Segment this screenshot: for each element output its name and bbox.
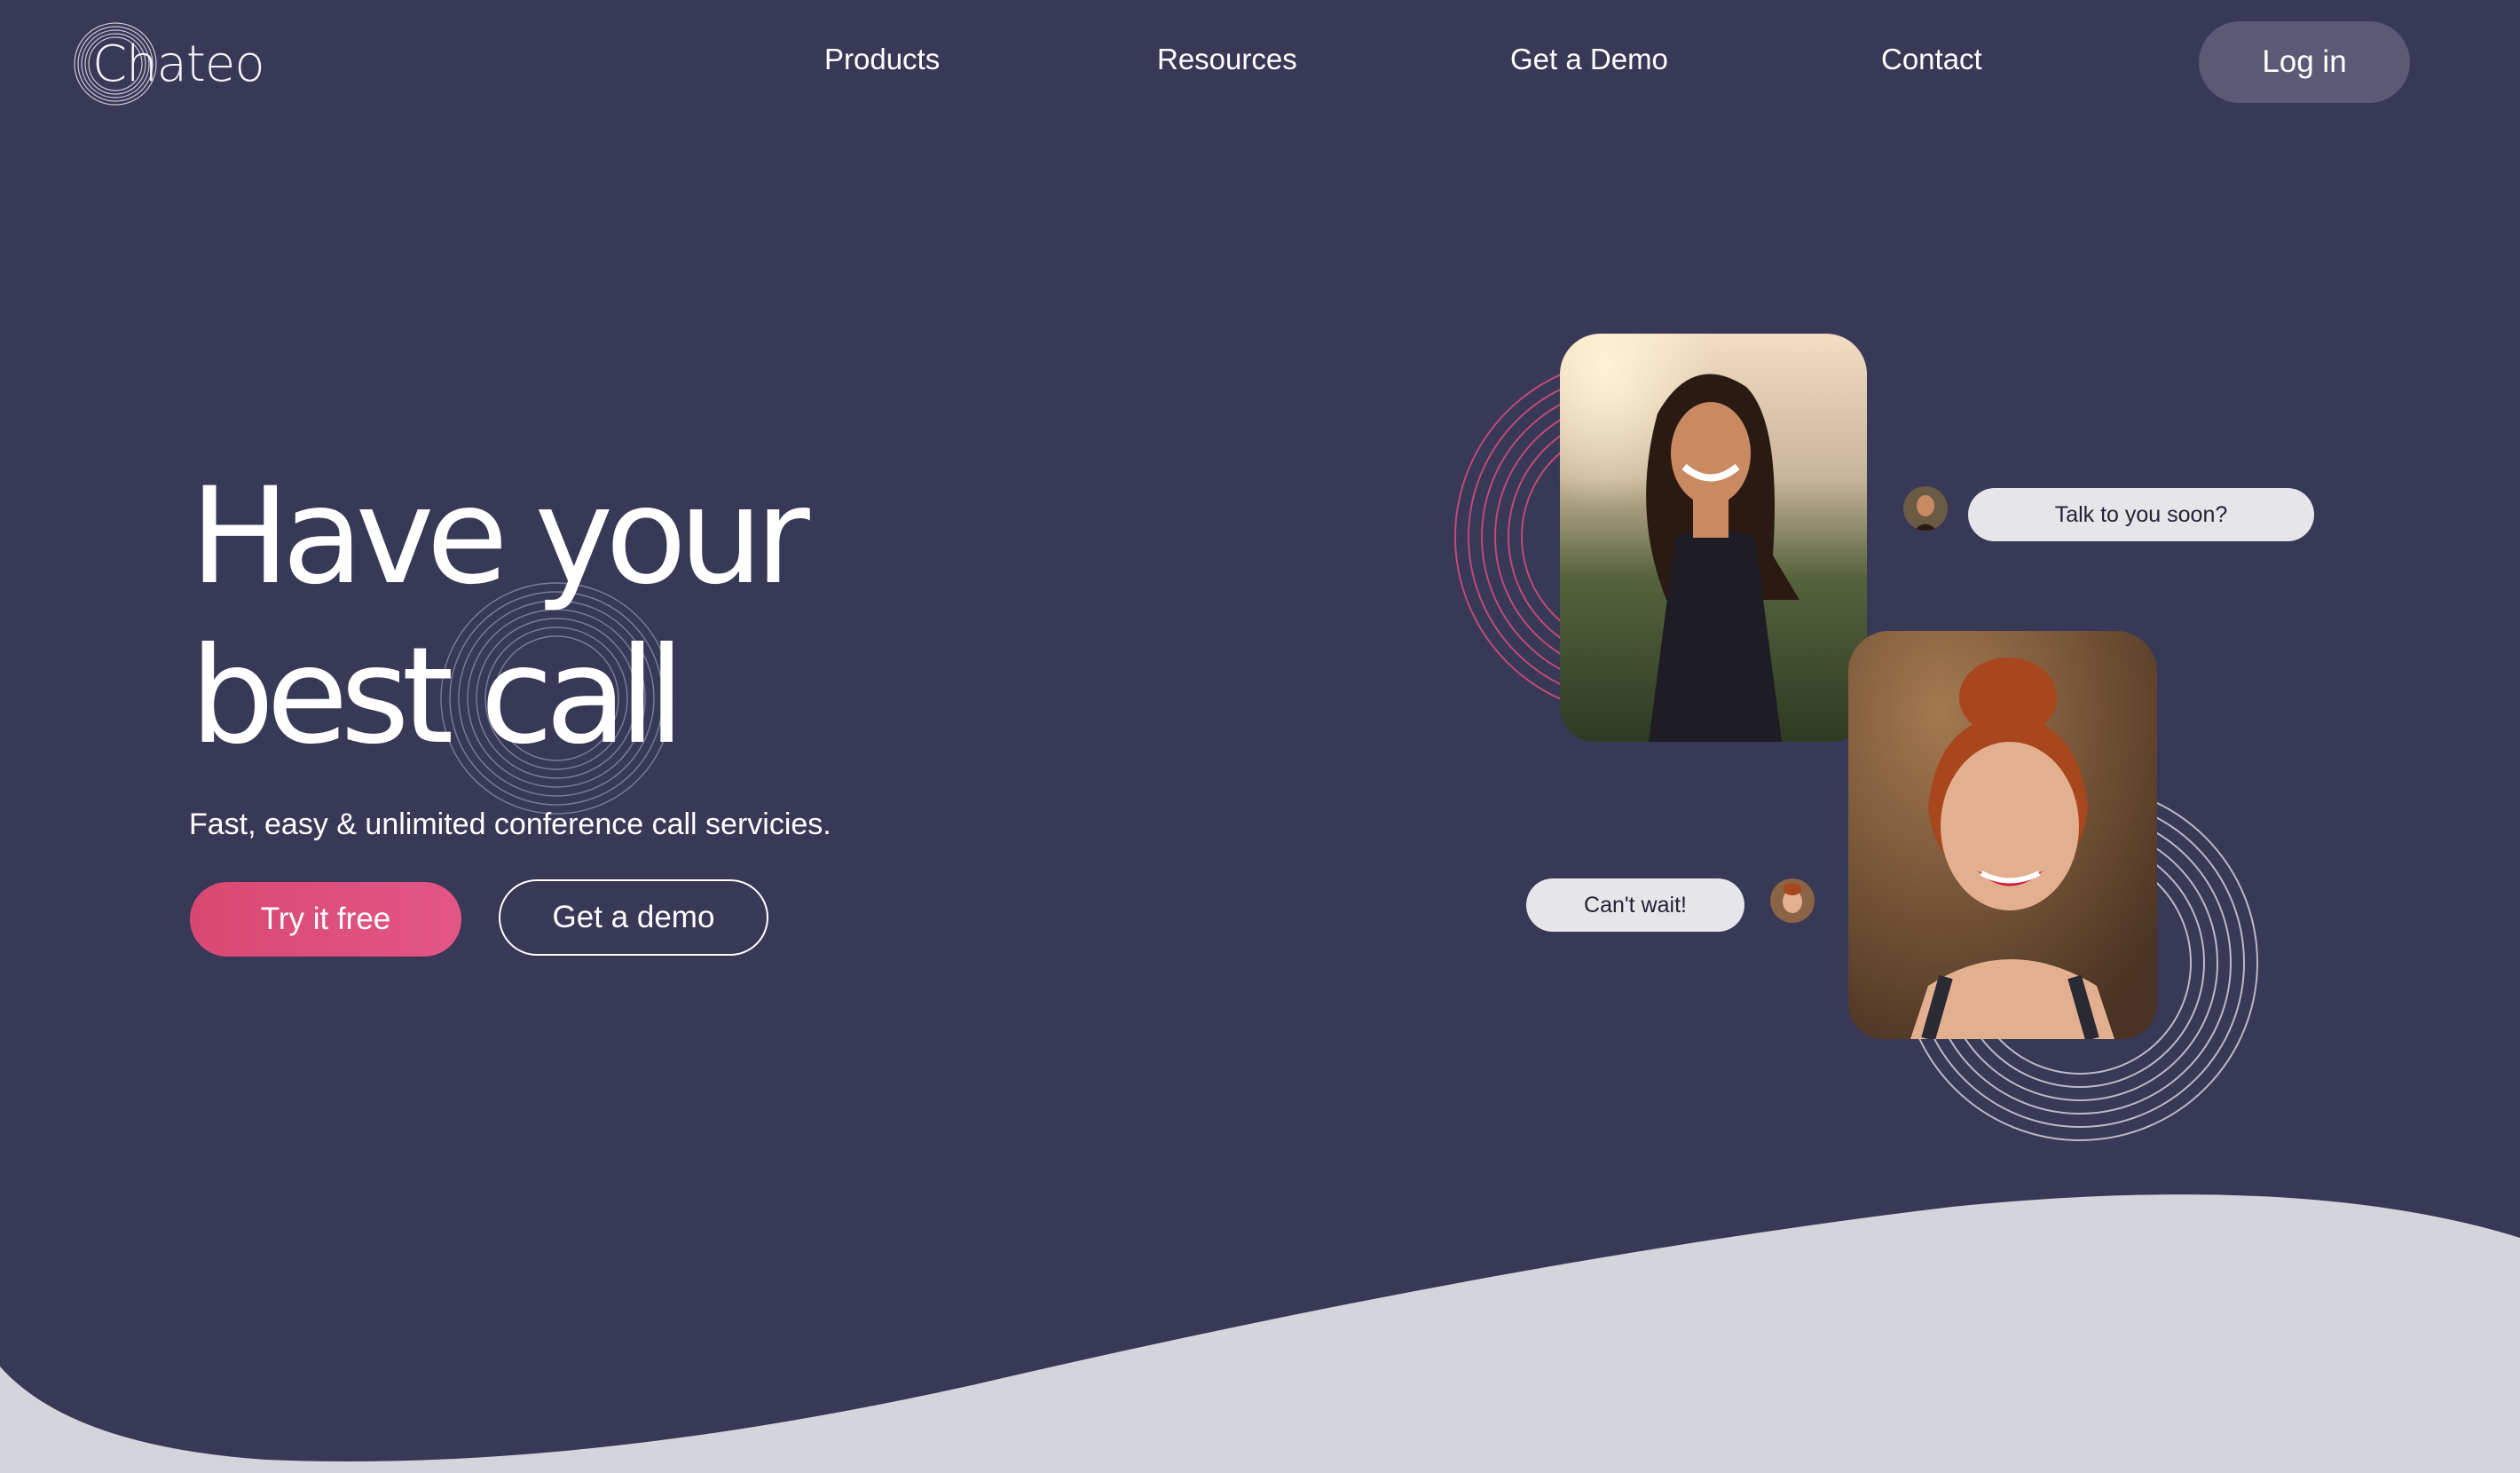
nav-contact[interactable]: Contact: [1881, 43, 1982, 76]
try-it-free-button[interactable]: Try it free: [190, 882, 461, 957]
chat-bubble-message1: Talk to you soon?: [1968, 488, 2314, 541]
brand-logo[interactable]: Chateo: [73, 20, 295, 108]
bottom-wave-shape: [0, 1194, 2520, 1473]
nav-products[interactable]: Products: [824, 43, 940, 76]
woman-redhead-photo: [1848, 631, 2157, 1039]
get-a-demo-button[interactable]: Get a demo: [499, 879, 768, 956]
chat-bubble-message2: Can't wait!: [1526, 878, 1744, 932]
hero-subtitle: Fast, easy & unlimited conference call s…: [189, 807, 831, 841]
avatar-woman-field: [1903, 486, 1948, 531]
login-button[interactable]: Log in: [2199, 21, 2410, 103]
hero-title-line1: Have your: [190, 460, 810, 614]
nav-get-a-demo[interactable]: Get a Demo: [1510, 43, 1668, 76]
hero-title: Have your best call: [190, 457, 810, 776]
brand-name: Chateo: [92, 35, 265, 93]
avatar-woman-redhead: [1770, 878, 1815, 923]
woman-field-photo: [1560, 334, 1867, 742]
hero-title-line2: best call: [190, 619, 685, 774]
photo-card-woman-redhead: [1848, 631, 2157, 1039]
nav-resources[interactable]: Resources: [1157, 43, 1297, 76]
photo-card-woman-field: [1560, 334, 1867, 742]
